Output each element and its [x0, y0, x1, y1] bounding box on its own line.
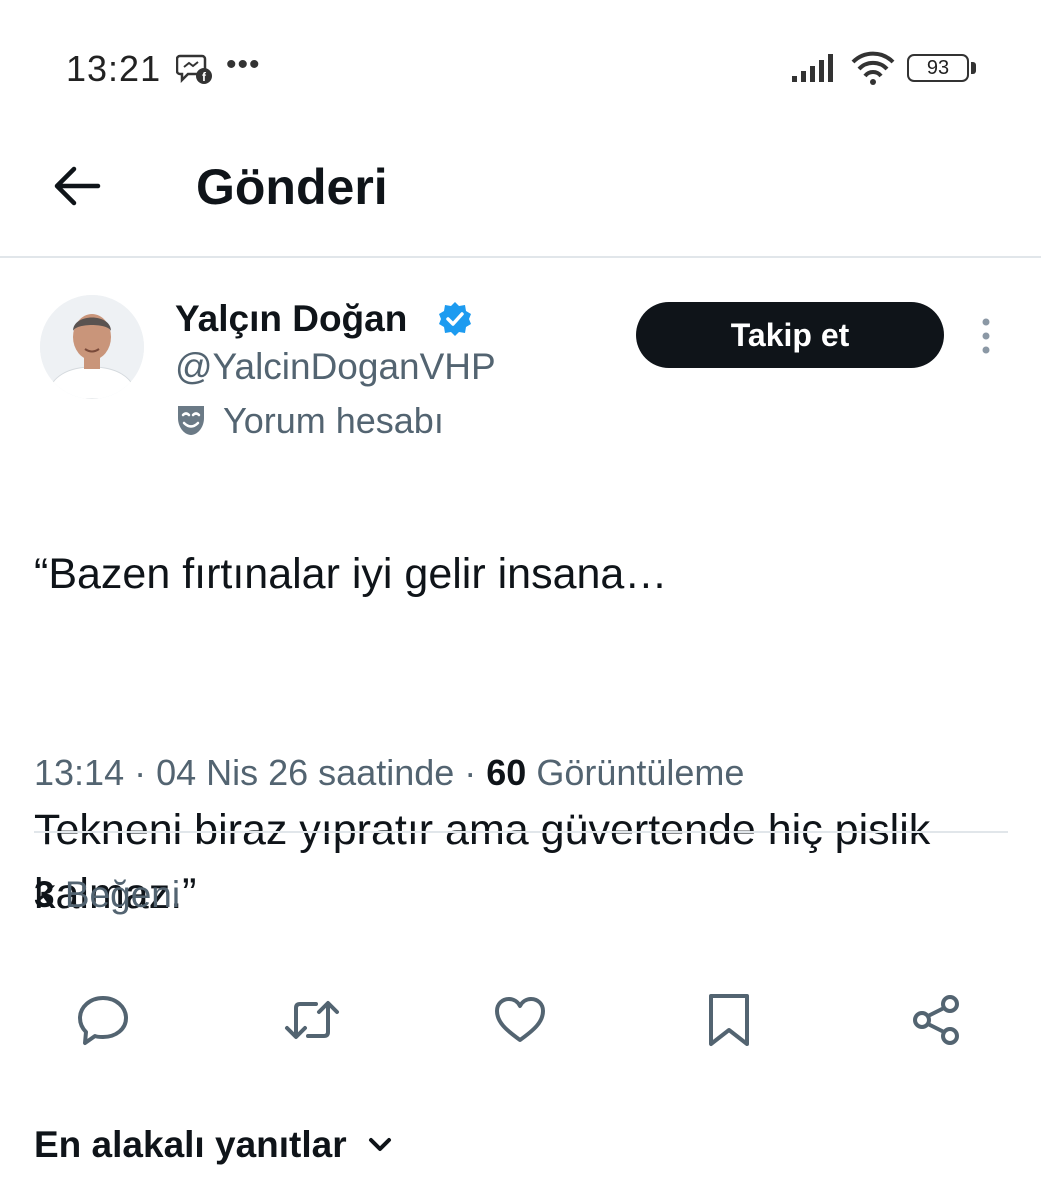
- reply-button[interactable]: [73, 990, 133, 1050]
- tweet-meta: 13:14 · 04 Nis 26 saatinde · 60 Görüntül…: [34, 752, 744, 794]
- back-button[interactable]: [48, 158, 108, 214]
- page-title: Gönderi: [196, 159, 388, 215]
- author-handle[interactable]: @YalcinDoganVHP: [175, 346, 496, 388]
- views-label: Görüntüleme: [526, 752, 745, 793]
- tweet-text-line-1: “Bazen fırtınalar iyi gelir insana…: [34, 550, 668, 598]
- arrow-left-icon: [54, 166, 101, 206]
- wifi-icon: [851, 51, 895, 85]
- status-more-dots: •••: [226, 48, 261, 81]
- battery-level: 93: [926, 57, 950, 79]
- more-vertical-icon[interactable]: [976, 316, 996, 356]
- likes-stat[interactable]: 3 Beğeni: [34, 874, 180, 916]
- signal-icon: [792, 54, 833, 82]
- tweet-text: “Bazen fırtınalar iyi gelir insana… Tekn…: [34, 478, 1014, 990]
- bookmark-icon: [709, 994, 749, 1046]
- avatar[interactable]: [40, 295, 144, 399]
- heart-icon: [495, 997, 545, 1042]
- like-button[interactable]: [490, 990, 550, 1050]
- battery-icon: 93: [907, 54, 977, 82]
- verified-badge-icon: [439, 302, 471, 336]
- chevron-down-icon: [369, 1138, 392, 1151]
- retweet-button[interactable]: [282, 990, 342, 1050]
- parody-mask-icon: [178, 406, 204, 435]
- replies-sort-dropdown[interactable]: En alakalı yanıtlar: [34, 1124, 395, 1174]
- divider: [34, 831, 1008, 833]
- account-type-label: Yorum hesabı: [223, 400, 444, 441]
- messenger-icon: f: [176, 54, 212, 84]
- screen: 13:21 f ••• 93 Gönderi Yalçın Doğan @Yal…: [0, 0, 1041, 1200]
- tweet-timestamp[interactable]: 13:14 · 04 Nis 26 saatinde ·: [34, 752, 486, 793]
- reply-icon: [78, 996, 128, 1045]
- likes-count: 3: [34, 874, 55, 915]
- views-count: 60: [486, 752, 527, 793]
- author-name[interactable]: Yalçın Doğan: [175, 298, 407, 340]
- top-app-bar: Gönderi: [0, 130, 1041, 258]
- status-bar: 13:21 f ••• 93: [0, 0, 1041, 130]
- replies-sort-label: En alakalı yanıtlar: [34, 1124, 347, 1165]
- bookmark-button[interactable]: [699, 990, 759, 1050]
- share-button[interactable]: [906, 990, 966, 1050]
- retweet-icon: [285, 1001, 339, 1039]
- share-icon: [913, 995, 959, 1045]
- tweet-text-line-2: Tekneni biraz yıpratır ama güvertende hi…: [34, 806, 931, 918]
- follow-button[interactable]: Takip et: [636, 302, 944, 368]
- status-time: 13:21: [66, 48, 162, 89]
- likes-label: Beğeni: [54, 874, 181, 915]
- profile-photo: [40, 295, 144, 399]
